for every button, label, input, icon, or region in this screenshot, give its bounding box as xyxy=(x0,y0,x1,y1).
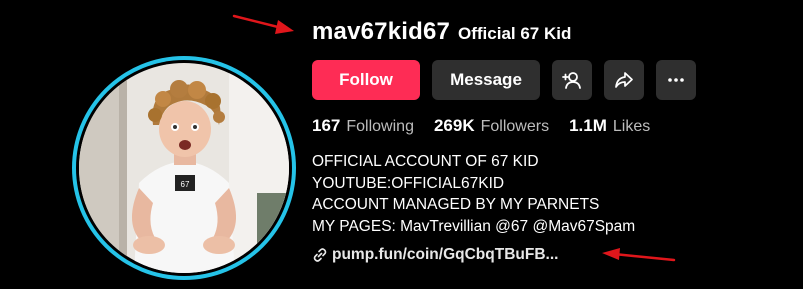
followers-count: 269K xyxy=(433,116,475,135)
more-icon xyxy=(668,78,684,82)
bio-line: YOUTUBE:OFFICIAL67KID xyxy=(312,174,505,192)
avatar[interactable]: 67 xyxy=(72,56,296,280)
add-user-icon xyxy=(562,72,581,89)
link-icon xyxy=(313,248,327,262)
share-button[interactable] xyxy=(604,60,644,100)
followers-label: Followers xyxy=(480,118,550,135)
annotation-arrow-icon xyxy=(602,248,676,262)
profile-stats: 167 Following 269K Followers 1.1M Likes xyxy=(312,116,670,136)
follow-button[interactable]: Follow xyxy=(312,60,420,100)
likes-count: 1.1M xyxy=(569,116,607,135)
username: mav67kid67 xyxy=(312,18,451,45)
add-friend-button[interactable] xyxy=(552,60,592,100)
share-icon xyxy=(615,72,633,88)
following-count: 167 xyxy=(312,116,341,135)
avatar-frame: 67 xyxy=(76,60,292,276)
profile-link-text: pump.fun/coin/GqCbqTBuFB... xyxy=(332,246,559,263)
following-label: Following xyxy=(346,118,414,135)
stat-followers[interactable]: 269K Followers xyxy=(434,116,549,136)
avatar-illustration: 67 xyxy=(79,63,289,273)
message-button[interactable]: Message xyxy=(432,60,540,100)
nickname: Official 67 Kid xyxy=(458,24,572,43)
bio-line: OFFICIAL ACCOUNT OF 67 KID xyxy=(312,153,539,170)
bio: OFFICIAL ACCOUNT OF 67 KID YOUTUBE:OFFIC… xyxy=(312,151,635,237)
avatar-photo: 67 xyxy=(79,63,289,273)
shirt-text: 67 xyxy=(181,180,190,189)
stat-following[interactable]: 167 Following xyxy=(312,116,414,136)
likes-label: Likes xyxy=(612,118,651,135)
bio-line: MY PAGES: MavTrevillian @67 @Mav67Spam xyxy=(312,217,636,235)
bio-line: ACCOUNT MANAGED BY MY PARNETS xyxy=(312,196,600,213)
profile-link[interactable]: pump.fun/coin/GqCbqTBuFB... xyxy=(312,246,558,264)
annotation-arrow-icon xyxy=(232,14,294,34)
stat-likes: 1.1M Likes xyxy=(569,116,650,136)
more-options-button[interactable] xyxy=(656,60,696,100)
